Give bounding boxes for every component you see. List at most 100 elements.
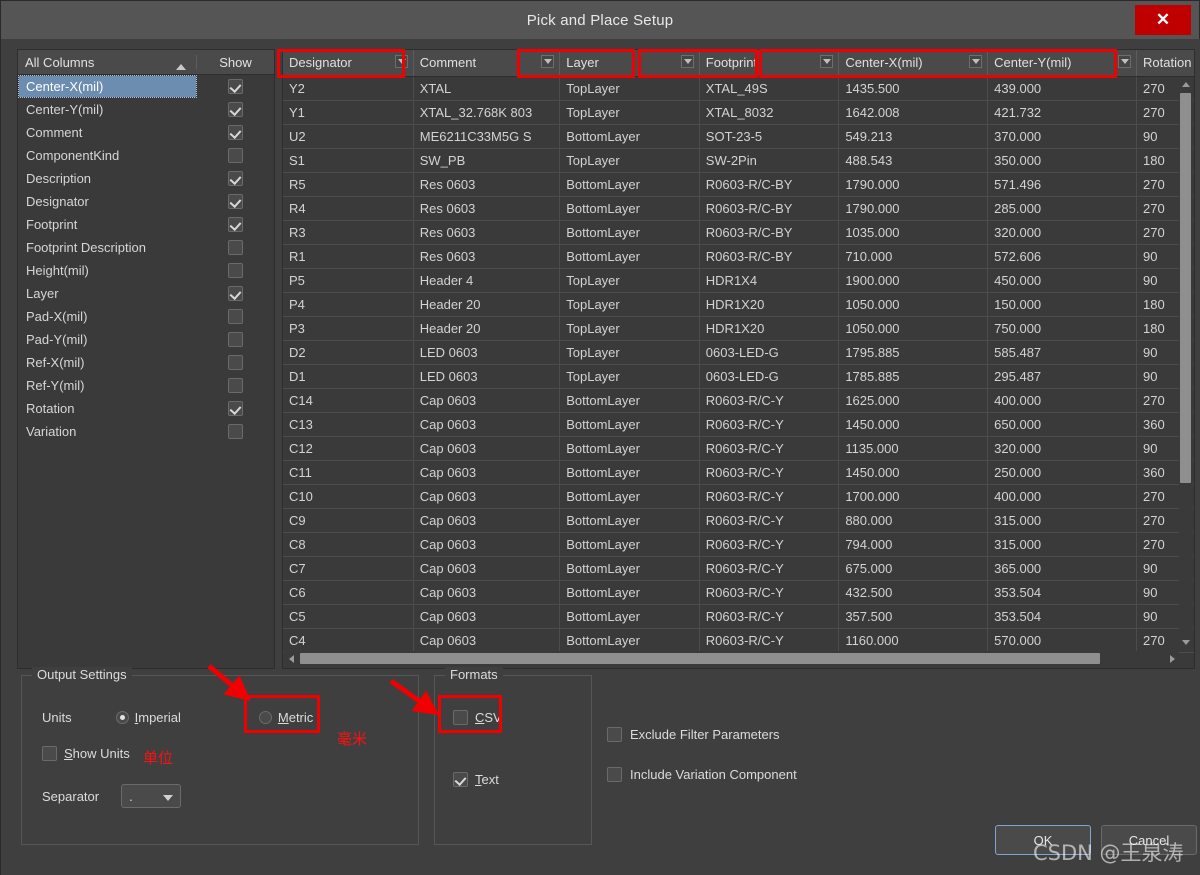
table-column-header[interactable]: Rotation xyxy=(1136,50,1194,77)
table-column-header[interactable]: Center-Y(mil) xyxy=(987,50,1137,77)
table-column-header[interactable]: Footprint xyxy=(699,50,840,77)
table-row[interactable]: P4 Header 20 TopLayer HDR1X20 1050.000 150.00… xyxy=(283,292,1194,317)
table-row[interactable]: P5 Header 4 TopLayer HDR1X4 1900.000 450.000 9… xyxy=(283,268,1194,293)
scroll-left-icon[interactable] xyxy=(284,652,298,666)
table-row[interactable]: C5 Cap 0603 BottomLayer R0603-R/C-Y 357.500 3… xyxy=(283,604,1194,629)
checkbox-column-show[interactable] xyxy=(227,355,243,370)
checkbox-column-show[interactable] xyxy=(227,332,243,347)
radio-imperial-label[interactable]: Imperial xyxy=(135,710,181,725)
table-row[interactable]: R5 Res 0603 BottomLayer R0603-R/C-BY 1790.00… xyxy=(283,172,1194,197)
column-list-item[interactable]: Footprint xyxy=(18,213,274,236)
table-row[interactable]: D1 LED 0603 TopLayer 0603-LED-G 1785.885 295.… xyxy=(283,364,1194,389)
checkbox-column-show[interactable] xyxy=(227,217,243,232)
checkbox-column-show[interactable] xyxy=(227,171,243,186)
vertical-scroll-thumb[interactable] xyxy=(1180,93,1191,483)
table-row[interactable]: P3 Header 20 TopLayer HDR1X20 1050.000 750.00… xyxy=(283,316,1194,341)
table-row[interactable]: U2 ME6211C33M5G S BottomLayer SOT-23-5 549.2… xyxy=(283,124,1194,149)
table-row[interactable]: R1 Res 0603 BottomLayer R0603-R/C-BY 710.000… xyxy=(283,244,1194,269)
filter-icon[interactable] xyxy=(969,55,983,68)
table-row[interactable]: C14 Cap 0603 BottomLayer R0603-R/C-Y 1625.00… xyxy=(283,388,1194,413)
table-row[interactable]: S1SW_PBTopLayerSW-2Pin488.543350.000180S… xyxy=(283,148,1194,173)
table-vertical-scrollbar[interactable] xyxy=(1179,77,1193,649)
checkbox-exclude-filter-parameters[interactable] xyxy=(607,727,622,742)
checkbox-column-show[interactable] xyxy=(227,194,243,209)
checkbox-column-show[interactable] xyxy=(227,240,243,255)
ok-button[interactable]: OK xyxy=(995,825,1091,855)
column-list-item[interactable]: Footprint Description xyxy=(18,236,274,259)
scroll-up-icon[interactable] xyxy=(1179,77,1193,91)
separator-select[interactable]: . xyxy=(121,784,182,808)
text-label[interactable]: Text xyxy=(475,772,499,787)
table-row[interactable]: C7 Cap 0603 BottomLayer R0603-R/C-Y 675.000 3… xyxy=(283,556,1194,581)
checkbox-column-show[interactable] xyxy=(227,401,243,416)
filter-icon[interactable] xyxy=(1118,55,1131,68)
show-units-label[interactable]: Show Units xyxy=(64,746,130,761)
close-icon[interactable]: ✕ xyxy=(1135,5,1191,35)
checkbox-column-show[interactable] xyxy=(227,424,243,439)
column-list-item[interactable]: Center-X(mil) xyxy=(18,75,274,98)
checkbox-column-show[interactable] xyxy=(227,378,243,393)
table-row[interactable]: D2 LED 0603 TopLayer 0603-LED-G 1795.885 585.… xyxy=(283,340,1194,365)
column-list-item[interactable]: Rotation xyxy=(18,397,274,420)
column-list-item[interactable]: Ref-Y(mil) xyxy=(18,374,274,397)
table-column-header[interactable]: Comment xyxy=(413,50,561,77)
column-list-item[interactable]: Variation xyxy=(18,420,274,443)
column-list-item[interactable]: Pad-Y(mil) xyxy=(18,328,274,351)
table-row[interactable]: C9 Cap 0603 BottomLayer R0603-R/C-Y 880.000 3… xyxy=(283,508,1194,533)
filter-icon[interactable] xyxy=(394,55,408,68)
checkbox-column-show[interactable] xyxy=(227,148,243,163)
checkbox-column-show[interactable] xyxy=(227,79,243,94)
cancel-button[interactable]: Cancel xyxy=(1101,825,1197,855)
column-list-item[interactable]: Description xyxy=(18,167,274,190)
filter-icon[interactable] xyxy=(541,55,555,68)
checkbox-column-show[interactable] xyxy=(227,102,243,117)
checkbox-column-show[interactable] xyxy=(227,309,243,324)
table-row[interactable]: C8 Cap 0603 BottomLayer R0603-R/C-Y 794.000 3… xyxy=(283,532,1194,557)
table-horizontal-scrollbar[interactable] xyxy=(284,651,1179,666)
sort-ascending-icon[interactable] xyxy=(176,63,186,70)
column-list-item[interactable]: Layer xyxy=(18,282,274,305)
checkbox-include-variation-component[interactable] xyxy=(607,767,622,782)
scroll-down-icon[interactable] xyxy=(1179,635,1193,649)
filter-icon[interactable] xyxy=(680,55,694,68)
table-column-header[interactable]: Center-X(mil) xyxy=(838,50,989,77)
table-row[interactable]: R4 Res 0603 BottomLayer R0603-R/C-BY 1790.00… xyxy=(283,196,1194,221)
exclude-filter-parameters-label[interactable]: Exclude Filter Parameters xyxy=(630,727,780,742)
scroll-right-icon[interactable] xyxy=(1165,652,1179,666)
column-list-item[interactable]: Height(mil) xyxy=(18,259,274,282)
include-variation-component-label[interactable]: Include Variation Component xyxy=(630,767,797,782)
table-row[interactable]: C4 Cap 0603 BottomLayer R0603-R/C-Y 1160.000… xyxy=(283,628,1194,653)
table-row[interactable]: Y1 XTAL_32.768K 803 TopLayer XTAL_8032 1642.… xyxy=(283,100,1194,125)
table-row[interactable]: C10 Cap 0603 BottomLayer R0603-R/C-Y 1700.00… xyxy=(283,484,1194,509)
table-row[interactable]: C11 Cap 0603 BottomLayer R0603-R/C-Y 1450.00… xyxy=(283,460,1194,485)
checkbox-show-units[interactable] xyxy=(42,746,57,761)
filter-icon[interactable] xyxy=(820,55,834,68)
column-list-item[interactable]: Pad-X(mil) xyxy=(18,305,274,328)
radio-imperial[interactable] xyxy=(115,711,129,724)
radio-metric[interactable] xyxy=(258,711,272,724)
csv-label[interactable]: CSV xyxy=(475,710,502,725)
column-list-item[interactable]: Comment xyxy=(18,121,274,144)
checkbox-column-show[interactable] xyxy=(227,286,243,301)
table-row[interactable]: R3 Res 0603 BottomLayer R0603-R/C-BY 1035.00… xyxy=(283,220,1194,245)
table-column-header[interactable]: Layer xyxy=(559,50,700,77)
horizontal-scroll-thumb[interactable] xyxy=(300,653,1100,664)
checkbox-column-show[interactable] xyxy=(227,263,243,278)
column-list-item[interactable]: ComponentKind xyxy=(18,144,274,167)
all-columns-header-name[interactable]: All Columns xyxy=(18,55,196,70)
table-row[interactable]: Y2 XTAL TopLayer XTAL_49S 1435.500 439.000 270… xyxy=(283,76,1194,101)
column-show-cell xyxy=(196,240,274,255)
column-list-item[interactable]: Ref-X(mil) xyxy=(18,351,274,374)
column-list-item[interactable]: Designator xyxy=(18,190,274,213)
table-row[interactable]: C12 Cap 0603 BottomLayer R0603-R/C-Y 1135.00… xyxy=(283,436,1194,461)
table-column-header[interactable]: Designator xyxy=(283,50,414,77)
chevron-down-icon[interactable] xyxy=(163,795,174,801)
checkbox-text[interactable] xyxy=(453,772,468,787)
checkbox-csv[interactable] xyxy=(453,710,468,725)
table-row[interactable]: C6 Cap 0603 BottomLayer R0603-R/C-Y 432.500 3… xyxy=(283,580,1194,605)
checkbox-column-show[interactable] xyxy=(227,125,243,140)
table-row[interactable]: C13 Cap 0603 BottomLayer R0603-R/C-Y 1450.00… xyxy=(283,412,1194,437)
radio-metric-label[interactable]: Metric xyxy=(278,710,313,725)
table-cell: 365.000 xyxy=(987,556,1137,581)
column-list-item[interactable]: Center-Y(mil) xyxy=(18,98,274,121)
